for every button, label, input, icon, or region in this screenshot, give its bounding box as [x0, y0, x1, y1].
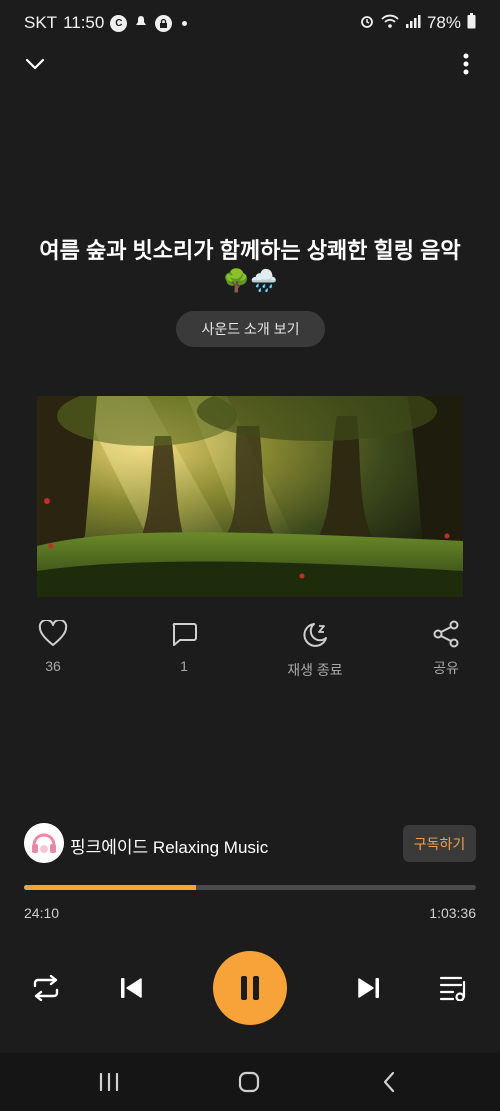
status-bar-right: 78%	[359, 12, 476, 34]
bell-icon	[133, 13, 149, 34]
comment-count: 1	[180, 658, 188, 674]
carrier-label: SKT	[24, 13, 58, 32]
total-duration: 1:03:36	[429, 905, 476, 921]
repeat-icon	[33, 975, 59, 1001]
channel-name[interactable]: 핑크에이드 Relaxing Music	[70, 833, 268, 858]
elapsed-time: 24:10	[24, 905, 60, 921]
sleep-timer-action[interactable]: 재생 종료	[270, 620, 360, 680]
like-count: 36	[45, 658, 61, 674]
channel-avatar[interactable]	[24, 823, 64, 863]
chevron-down-icon	[25, 58, 45, 70]
share-label: 공유	[433, 660, 459, 676]
heart-icon	[38, 620, 68, 646]
pause-button[interactable]	[213, 951, 287, 1025]
playlist-button[interactable]	[436, 970, 472, 1006]
comment-icon	[172, 623, 197, 646]
battery-label: 78%	[426, 13, 461, 32]
lock-app-icon	[155, 14, 173, 32]
skip-next-icon	[358, 978, 379, 998]
like-action[interactable]: 36	[8, 620, 98, 674]
collapse-button[interactable]	[22, 52, 48, 76]
next-button[interactable]	[351, 970, 387, 1006]
pause-icon	[241, 976, 259, 1000]
previous-button[interactable]	[113, 970, 149, 1006]
moon-sleep-icon	[303, 623, 327, 647]
battery-icon	[467, 12, 476, 34]
share-action[interactable]: 공유	[401, 620, 491, 678]
recent-apps-button[interactable]	[94, 1068, 124, 1096]
back-chevron-icon	[383, 1071, 395, 1093]
subscribe-button[interactable]: 구독하기	[403, 825, 476, 862]
playback-progress-fill	[24, 885, 196, 890]
track-title: 여름 숲과 빗소리가 함께하는 상쾌한 힐링 음악🌳🌧️	[39, 238, 461, 293]
back-button[interactable]	[374, 1068, 404, 1096]
comment-action[interactable]: 1	[139, 620, 229, 674]
more-options-button[interactable]	[454, 52, 478, 76]
repeat-button[interactable]	[28, 970, 64, 1006]
home-icon	[238, 1071, 260, 1093]
skip-previous-icon	[121, 978, 142, 998]
alarm-icon	[359, 13, 375, 34]
home-button[interactable]	[234, 1068, 264, 1096]
sleep-timer-label: 재생 종료	[287, 662, 343, 678]
c-badge-icon: C	[110, 14, 128, 32]
notification-dot-icon	[182, 20, 188, 26]
wifi-icon	[381, 13, 399, 34]
status-bar-left: SKT 11:50 C	[24, 12, 188, 34]
share-icon	[433, 620, 459, 648]
system-navigation-bar	[0, 1053, 500, 1111]
more-vert-icon	[463, 53, 469, 75]
recent-apps-icon	[99, 1072, 119, 1092]
playlist-icon	[439, 976, 466, 1001]
clock: 11:50	[63, 13, 105, 32]
playback-progress-bar[interactable]	[24, 885, 476, 890]
signal-icon	[405, 13, 421, 34]
view-sound-intro-button[interactable]: 사운드 소개 보기	[176, 311, 325, 347]
track-artwork	[37, 396, 463, 597]
